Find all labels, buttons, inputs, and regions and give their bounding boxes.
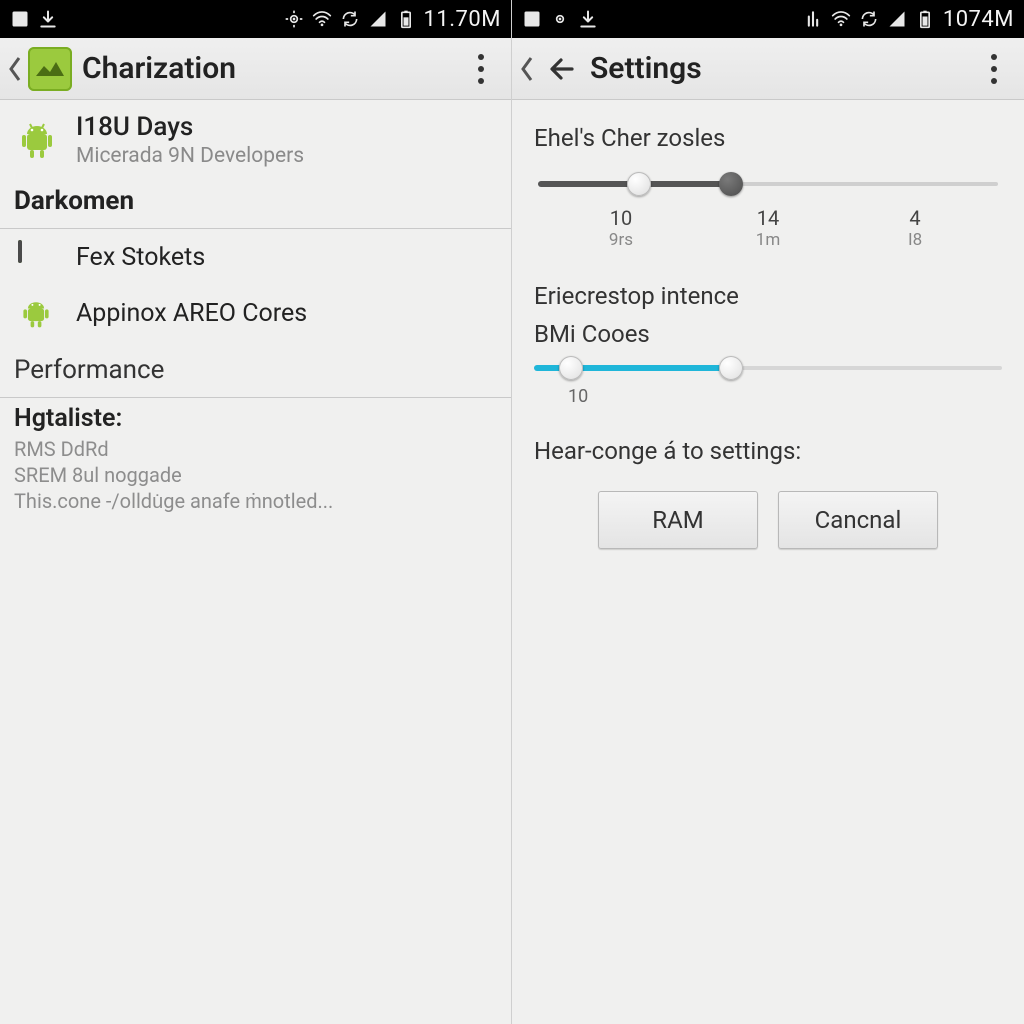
battery-icon: [915, 9, 935, 29]
slider-thumb-end[interactable]: [719, 356, 743, 380]
statusbar-left: 11.70M: [0, 0, 511, 38]
arrow-left-icon: [544, 51, 580, 87]
monitor-icon: [18, 239, 54, 275]
chevron-left-icon: [520, 55, 534, 83]
performance-line: RMS DdRd: [14, 437, 495, 461]
settings-heading: Hear-conge á to settings:: [534, 437, 1002, 465]
android-icon: [18, 295, 54, 331]
overflow-menu-button[interactable]: [459, 38, 503, 99]
notification-icon: [10, 9, 30, 29]
content-left: I18U Days Micerada 9N Developers Darkome…: [0, 100, 511, 526]
page-title: Charization: [82, 51, 236, 86]
slider-thumb-start[interactable]: [559, 356, 583, 380]
featured-title: I18U Days: [76, 112, 304, 142]
actionbar-left: Charization: [0, 38, 511, 100]
notification-icon: [522, 9, 542, 29]
slider2-title: Eriecrestop intence: [534, 282, 1002, 310]
ram-button[interactable]: RAM: [598, 491, 758, 549]
performance-line: This.cone -/olldu̇ge anafe ṁnotled...: [14, 489, 495, 514]
location-icon: [550, 9, 570, 29]
actionbar-right: Settings: [512, 38, 1024, 100]
slider-cher-zosles[interactable]: [538, 170, 998, 200]
list-item[interactable]: Fex Stokets: [0, 229, 511, 285]
slider2-tick-label: 10: [568, 386, 1002, 407]
list-item-label: Appinox AREO Cores: [76, 299, 307, 328]
statusbar-time: 1074M: [943, 7, 1014, 32]
download-icon: [38, 9, 58, 29]
signal-icon: [368, 9, 388, 29]
sync-icon: [859, 9, 879, 29]
wifi-icon: [312, 9, 332, 29]
tick-top: 10: [610, 206, 632, 230]
slider-bmi-cooes[interactable]: [534, 354, 1002, 384]
list-item-label: Fex Stokets: [76, 243, 205, 272]
sync-icon: [340, 9, 360, 29]
performance-item[interactable]: Hgtaliste: RMS DdRd SREM 8ul noggade Thi…: [0, 398, 511, 526]
performance-line: SREM 8ul noggade: [14, 463, 495, 487]
data-icon: [803, 9, 823, 29]
statusbar-right: 1074M: [512, 0, 1024, 38]
android-icon: [16, 119, 58, 161]
more-vert-icon: [478, 51, 484, 87]
more-vert-icon: [991, 51, 997, 87]
slider2-sublabel: BMi Cooes: [534, 320, 1002, 348]
wifi-icon: [831, 9, 851, 29]
back-button[interactable]: [8, 47, 72, 91]
section-performance: Performance: [0, 341, 511, 395]
tick-top: 14: [757, 206, 779, 230]
app-icon: [28, 47, 72, 91]
battery-icon: [396, 9, 416, 29]
phone-left: 11.70M Charization: [0, 0, 512, 1024]
button-label: RAM: [652, 506, 703, 534]
tick-bottom: 9rs: [609, 230, 633, 250]
button-label: Cancnal: [815, 506, 902, 534]
content-right: Ehel's Cher zosles 10 9rs 14 1m 4 I8: [512, 100, 1024, 549]
tick-top: 4: [909, 206, 920, 230]
overflow-menu-button[interactable]: [972, 38, 1016, 99]
featured-row[interactable]: I18U Days Micerada 9N Developers: [0, 100, 511, 172]
list-item[interactable]: Appinox AREO Cores: [0, 285, 511, 341]
button-row: RAM Cancnal: [534, 491, 1002, 549]
tick-bottom: 1m: [756, 230, 780, 250]
back-button[interactable]: [520, 51, 580, 87]
tick-bottom: I8: [908, 230, 922, 250]
slider-thumb-start[interactable]: [627, 172, 651, 196]
page-title: Settings: [590, 51, 702, 86]
slider1-ticks: 10 9rs 14 1m 4 I8: [536, 206, 1000, 250]
location-icon: [284, 9, 304, 29]
slider1-title: Ehel's Cher zosles: [534, 124, 1002, 152]
phone-right: 1074M Settings Ehel's Cher zosles: [512, 0, 1024, 1024]
featured-subtitle: Micerada 9N Developers: [76, 144, 304, 168]
download-icon: [578, 9, 598, 29]
signal-icon: [887, 9, 907, 29]
statusbar-time: 11.70M: [424, 7, 501, 32]
slider-thumb-end[interactable]: [719, 172, 743, 196]
performance-heading: Hgtaliste:: [14, 404, 495, 433]
cancel-button[interactable]: Cancnal: [778, 491, 938, 549]
chevron-left-icon: [8, 55, 22, 83]
section-darkomen: Darkomen: [0, 172, 511, 226]
